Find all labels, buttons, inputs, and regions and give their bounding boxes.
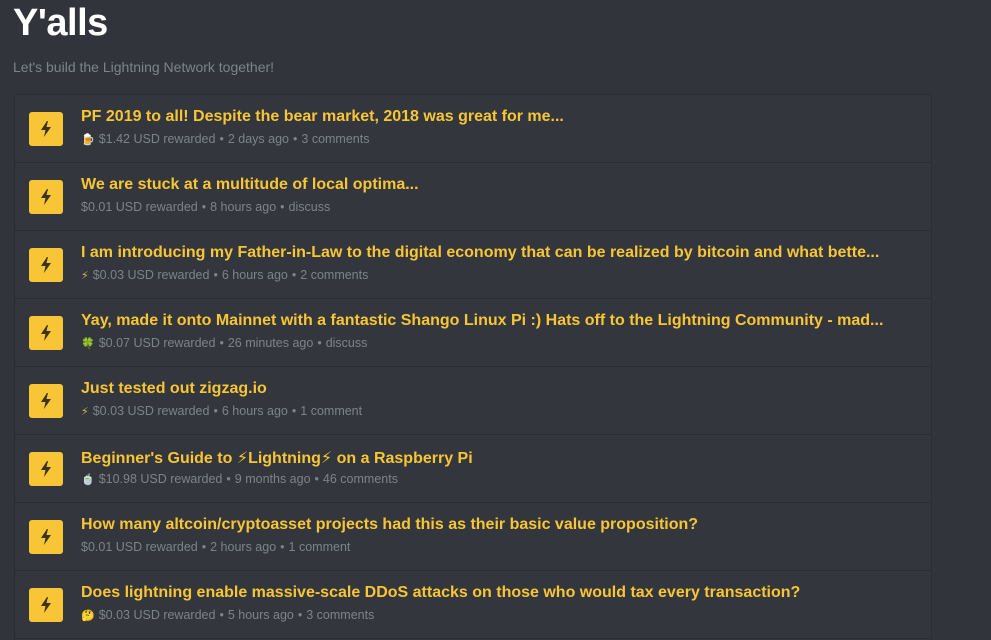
post-age: 5 hours ago — [227, 608, 294, 622]
lightning-badge-icon — [29, 180, 63, 214]
post-reward: $10.98 USD rewarded — [98, 472, 223, 486]
post-title-text: Beginner's Guide to — [81, 450, 237, 467]
separator-dot: • — [291, 268, 297, 282]
separator-dot: • — [291, 404, 297, 418]
post-item[interactable]: Does lightning enable massive-scale DDoS… — [15, 571, 931, 639]
post-meta: $0.01 USD rewarded • 2 hours ago • 1 comment — [81, 540, 350, 554]
post-meta: 🍵 $10.98 USD rewarded • 9 months ago • 46 com… — [81, 472, 398, 486]
post-reward: $0.07 USD rewarded — [98, 336, 216, 350]
post-reward: $0.03 USD rewarded — [92, 404, 210, 418]
post-item[interactable]: I am introducing my Father-in-Law to the… — [15, 231, 931, 299]
separator-dot: • — [219, 336, 224, 350]
separator-dot: • — [293, 132, 298, 146]
lightning-badge-icon — [29, 316, 63, 350]
post-reward: $0.03 USD rewarded — [98, 608, 216, 622]
post-item[interactable]: Just tested out zigzag.io ⚡ $0.03 USD rew… — [15, 367, 931, 435]
post-age: 6 hours ago — [221, 404, 288, 418]
separator-dot: • — [213, 268, 218, 282]
post-title-link[interactable]: PF 2019 to all! Despite the bear market,… — [81, 108, 564, 126]
post-meta: ⚡ $0.03 USD rewarded • 6 hours ago • 2 commen… — [81, 268, 368, 282]
post-age: 2 hours ago — [210, 540, 277, 554]
post-title-link[interactable]: Beginner's Guide to ⚡Lightning⚡ on a Ras… — [81, 448, 473, 468]
lightning-badge-icon — [29, 112, 63, 146]
post-comments-link[interactable]: 1 comment — [289, 540, 351, 554]
separator-dot: • — [201, 200, 207, 214]
post-title-text: on a Raspberry Pi — [332, 450, 473, 467]
post-reward: $0.01 USD rewarded — [81, 200, 198, 214]
page-subtitle: Let's build the Lightning Network togeth… — [13, 59, 275, 75]
post-age: 2 days ago — [227, 132, 289, 146]
separator-dot: • — [280, 540, 285, 554]
post-title-link[interactable]: Yay, made it onto Mainnet with a fantast… — [81, 312, 883, 330]
lightning-badge-icon — [29, 452, 63, 486]
separator-dot: • — [314, 472, 319, 486]
lightning-icon: ⚡ — [81, 406, 89, 418]
lightning-icon: ⚡ — [236, 450, 249, 467]
post-item[interactable]: We are stuck at a multitude of local opt… — [15, 163, 931, 231]
post-item[interactable]: PF 2019 to all! Despite the bear market,… — [15, 95, 931, 163]
post-item[interactable]: Yay, made it onto Mainnet with a fantast… — [15, 299, 931, 367]
post-meta: $0.01 USD rewarded • 8 hours ago • discuss — [81, 200, 330, 214]
post-comments-link[interactable]: 1 comment — [300, 404, 362, 418]
post-age: 9 months ago — [234, 472, 311, 486]
post-list: PF 2019 to all! Despite the bear market,… — [14, 94, 932, 640]
separator-dot: • — [317, 336, 322, 350]
page-title: Y'alls — [13, 2, 108, 44]
post-comments-link[interactable]: discuss — [289, 200, 331, 214]
post-comments-link[interactable]: 3 comments — [301, 132, 369, 146]
page: Y'alls Let's build the Lightning Network… — [0, 0, 991, 640]
lightning-badge-icon — [29, 588, 63, 622]
thinking-face-icon: 🤔 — [81, 610, 95, 622]
separator-dot: • — [297, 608, 303, 622]
post-meta: 🍀 $0.07 USD rewarded • 26 minutes ago • discu… — [81, 336, 367, 350]
post-title-link[interactable]: How many altcoin/cryptoasset projects ha… — [81, 516, 698, 534]
post-reward: $0.03 USD rewarded — [92, 268, 210, 282]
separator-dot: • — [213, 404, 218, 418]
post-item[interactable]: How many altcoin/cryptoasset projects ha… — [15, 503, 931, 571]
post-age: 6 hours ago — [221, 268, 288, 282]
beer-icon: 🍺 — [81, 134, 95, 146]
clover-icon: 🍀 — [81, 338, 95, 350]
post-age: 8 hours ago — [210, 200, 277, 214]
post-reward: $0.01 USD rewarded — [81, 540, 198, 554]
post-title-text: Lightning — [248, 450, 321, 467]
post-meta: 🤔 $0.03 USD rewarded • 5 hours ago • 3 commen… — [81, 608, 374, 622]
post-comments-link[interactable]: 3 comments — [306, 608, 374, 622]
post-comments-link[interactable]: 2 comments — [300, 268, 368, 282]
separator-dot: • — [226, 472, 231, 486]
separator-dot: • — [280, 200, 285, 214]
lightning-icon: ⚡ — [320, 450, 333, 467]
lightning-icon: ⚡ — [81, 270, 89, 282]
post-reward: $1.42 USD rewarded — [98, 132, 216, 146]
post-item[interactable]: Beginner's Guide to ⚡Lightning⚡ on a Ras… — [15, 435, 931, 503]
post-title-link[interactable]: I am introducing my Father-in-Law to the… — [81, 244, 879, 262]
post-title-link[interactable]: We are stuck at a multitude of local opt… — [81, 176, 419, 194]
post-meta: ⚡ $0.03 USD rewarded • 6 hours ago • 1 commen… — [81, 404, 362, 418]
separator-dot: • — [201, 540, 207, 554]
post-comments-link[interactable]: discuss — [326, 336, 368, 350]
lightning-badge-icon — [29, 520, 63, 554]
post-title-link[interactable]: Just tested out zigzag.io — [81, 380, 267, 398]
tea-icon: 🍵 — [81, 474, 95, 486]
lightning-badge-icon — [29, 384, 63, 418]
post-title-link[interactable]: Does lightning enable massive-scale DDoS… — [81, 584, 800, 602]
lightning-badge-icon — [29, 248, 63, 282]
post-meta: 🍺 $1.42 USD rewarded • 2 days ago • 3 comment… — [81, 132, 369, 146]
post-comments-link[interactable]: 46 comments — [323, 472, 398, 486]
separator-dot: • — [219, 608, 224, 622]
separator-dot: • — [219, 132, 224, 146]
post-age: 26 minutes ago — [227, 336, 314, 350]
